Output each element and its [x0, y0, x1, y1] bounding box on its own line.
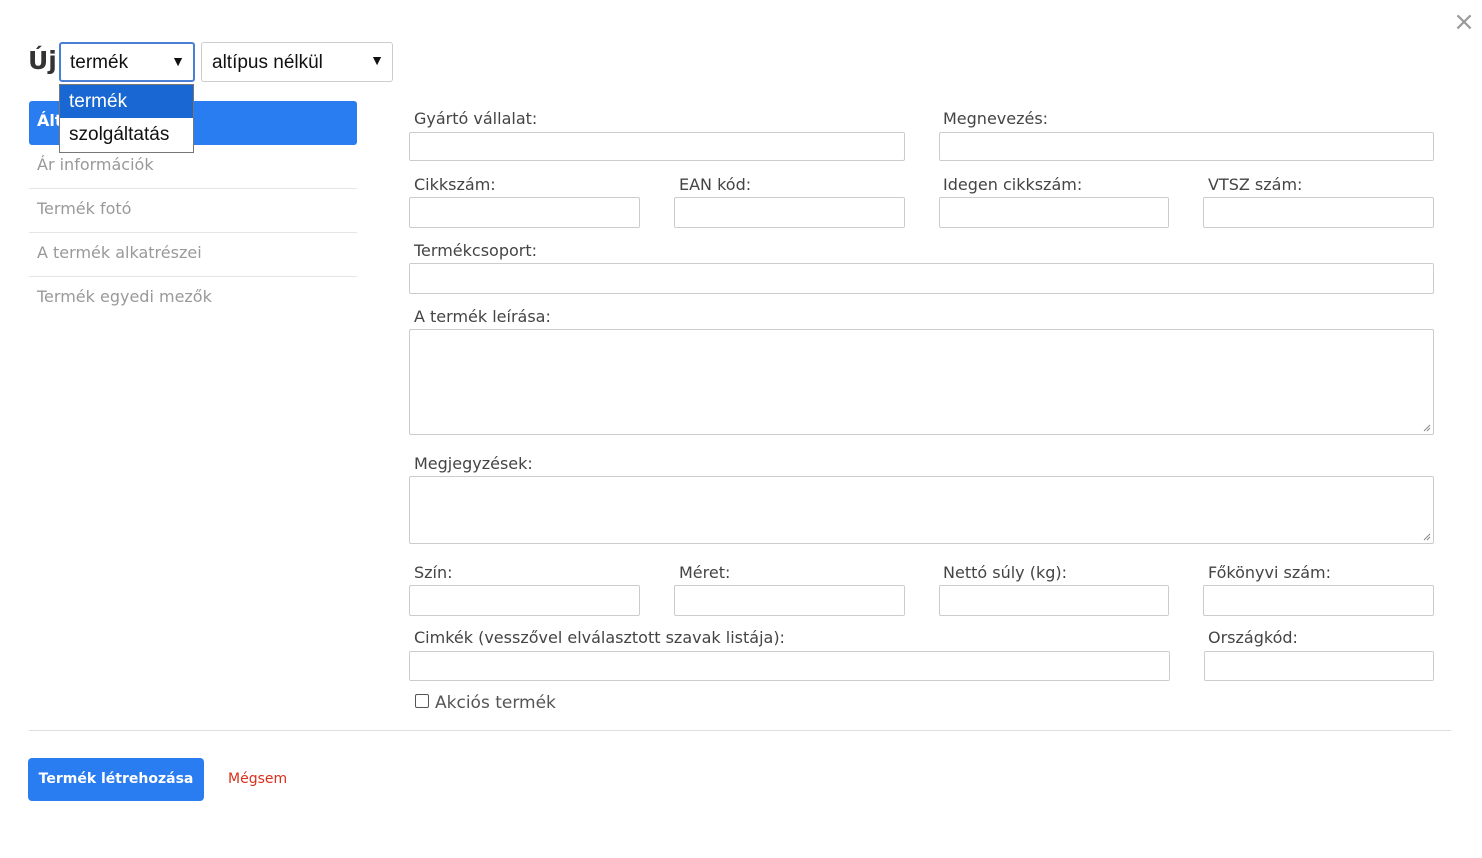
type-dropdown-list: termék szolgáltatás [59, 84, 194, 153]
product-group-label: Termékcsoport: [414, 241, 537, 260]
country-code-input[interactable] [1204, 651, 1434, 681]
net-weight-input[interactable] [939, 585, 1169, 616]
size-label: Méret: [679, 563, 731, 582]
notes-label: Megjegyzések: [414, 454, 533, 473]
page-title: Új [28, 46, 57, 75]
color-label: Szín: [414, 563, 453, 582]
foreign-sku-input[interactable] [939, 197, 1169, 228]
name-input[interactable] [939, 132, 1434, 161]
sidebar-item-product-photo[interactable]: Termék fotó [29, 189, 357, 233]
product-group-input[interactable] [409, 263, 1434, 294]
description-label: A termék leírása: [414, 307, 551, 326]
type-option-service[interactable]: szolgáltatás [60, 118, 193, 151]
ean-input[interactable] [674, 197, 905, 228]
sku-label: Cikkszám: [414, 175, 496, 194]
type-select-value: termék [70, 52, 129, 73]
subtype-select[interactable]: altípus nélkül ▼ [201, 42, 393, 82]
cancel-link[interactable]: Mégsem [228, 771, 287, 787]
tags-label: Cimkék (vesszővel elválasztott szavak li… [414, 628, 785, 647]
subtype-select-value: altípus nélkül [212, 52, 323, 73]
caret-down-icon: ▼ [171, 53, 185, 69]
resize-grip-icon[interactable] [1423, 533, 1431, 541]
net-weight-label: Nettó súly (kg): [943, 563, 1068, 582]
type-select[interactable]: termék ▼ [59, 42, 195, 82]
footer-divider [29, 730, 1451, 731]
foreign-sku-label: Idegen cikkszám: [943, 175, 1083, 194]
create-product-button[interactable]: Termék létrehozása [28, 758, 204, 801]
promo-checkbox[interactable] [415, 694, 429, 708]
manufacturer-label: Gyártó vállalat: [414, 109, 538, 128]
vtsz-label: VTSZ szám: [1208, 175, 1303, 194]
promo-checkbox-label[interactable]: Akciós termék [435, 693, 556, 713]
caret-down-icon: ▼ [370, 52, 384, 68]
sku-input[interactable] [409, 197, 640, 228]
tags-input[interactable] [409, 651, 1170, 681]
manufacturer-input[interactable] [409, 132, 905, 161]
ledger-number-input[interactable] [1203, 585, 1434, 616]
ledger-number-label: Főkönyvi szám: [1208, 563, 1332, 582]
color-input[interactable] [409, 585, 640, 616]
description-textarea[interactable] [409, 329, 1434, 435]
size-input[interactable] [674, 585, 905, 616]
close-icon[interactable]: × [1452, 9, 1476, 35]
type-option-product[interactable]: termék [60, 85, 193, 118]
ean-label: EAN kód: [679, 175, 752, 194]
vtsz-input[interactable] [1203, 197, 1434, 228]
resize-grip-icon[interactable] [1423, 424, 1431, 432]
country-code-label: Országkód: [1208, 628, 1298, 647]
sidebar-item-product-parts[interactable]: A termék alkatrészei [29, 233, 357, 277]
notes-textarea[interactable] [409, 476, 1434, 544]
name-label: Megnevezés: [943, 109, 1049, 128]
sidebar-item-custom-fields[interactable]: Termék egyedi mezők [29, 277, 357, 321]
